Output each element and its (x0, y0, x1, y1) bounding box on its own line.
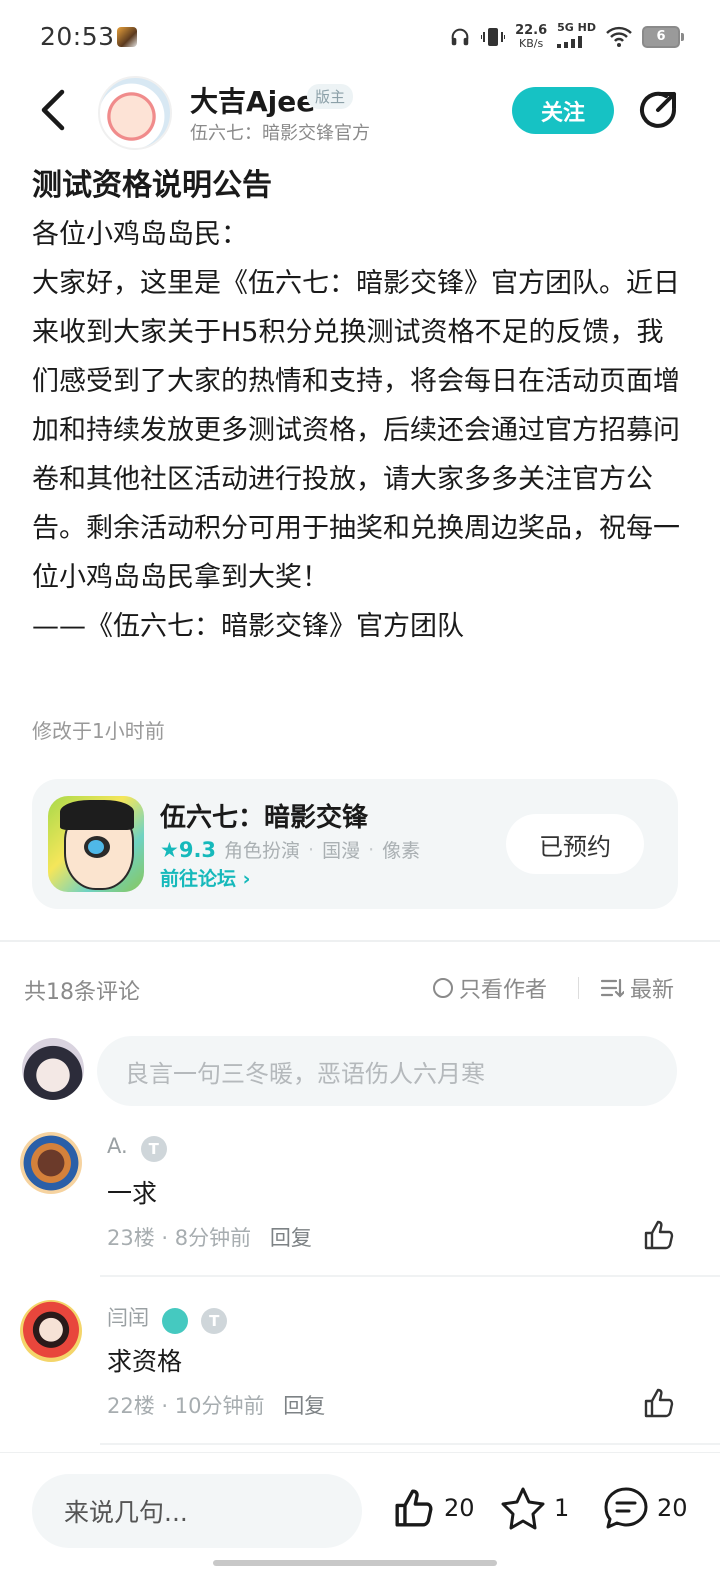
my-avatar (22, 1038, 84, 1100)
article-greeting: 各位小鸡岛岛民： (32, 219, 248, 250)
comment-time: 8分钟前 (174, 1226, 252, 1250)
comments-button[interactable]: 20 (603, 1486, 688, 1530)
comment-floor: 22楼 (107, 1394, 155, 1418)
thumbs-up-icon[interactable] (642, 1218, 676, 1252)
star-icon[interactable] (500, 1486, 546, 1530)
reply-button[interactable]: 回复 (270, 1226, 312, 1250)
comment-text: 一求 (107, 1179, 158, 1208)
headphone-icon (451, 28, 469, 46)
favorite-count: 1 (554, 1494, 570, 1522)
wifi-icon (606, 26, 632, 47)
game-meta: ★9.3 角色扮演 · 国漫 · 像素 (160, 837, 421, 863)
like-count: 20 (444, 1494, 475, 1522)
comment-time: 10分钟前 (174, 1394, 265, 1418)
author-avatar[interactable] (98, 76, 172, 150)
moderator-badge: 版主 (307, 84, 354, 109)
star-icon: ★ (160, 837, 179, 862)
comment-count: 共18条评论 (24, 980, 140, 1005)
chevron-right-icon: › (242, 868, 251, 890)
cellular-signal: 5G HD (557, 22, 596, 52)
author-name[interactable]: 大吉Ajee (190, 80, 315, 120)
home-indicator[interactable] (213, 1560, 497, 1566)
app-notification-icon (117, 27, 137, 47)
game-icon[interactable] (48, 796, 144, 892)
filter-divider (578, 977, 579, 999)
battery-indicator: 6 (642, 26, 684, 48)
commenter-row: A. T (107, 1134, 167, 1162)
commenter-avatar[interactable] (20, 1300, 82, 1362)
only-author-toggle[interactable]: 只看作者 (433, 972, 547, 1004)
game-name[interactable]: 伍六七：暗影交锋 (160, 797, 368, 834)
game-tag: 像素 (382, 840, 421, 862)
commenter-name[interactable]: 闫闰 (107, 1306, 149, 1330)
user-level-badge-icon: T (201, 1307, 228, 1334)
back-arrow-icon[interactable] (34, 84, 74, 136)
article-content: 大家好，这里是《伍六七：暗影交锋》官方团队。近日来收到大家关于H5积分兑换测试资… (32, 268, 680, 593)
section-divider (0, 940, 720, 942)
modified-time: 修改于1小时前 (32, 719, 165, 743)
comment-divider (100, 1275, 720, 1277)
sort-icon (600, 978, 624, 998)
author-subtitle: 伍六七：暗影交锋官方 (190, 123, 370, 144)
article-body: 各位小鸡岛岛民： 大家好，这里是《伍六七：暗影交锋》官方团队。近日来收到大家关于… (32, 210, 682, 651)
article-title: 测试资格说明公告 (32, 168, 272, 203)
like-button[interactable]: 20 (392, 1486, 475, 1530)
game-tag: 角色扮演 (224, 840, 301, 862)
commenter-avatar[interactable] (20, 1132, 82, 1194)
reply-button[interactable]: 回复 (283, 1394, 325, 1418)
comment-floor: 23楼 (107, 1226, 155, 1250)
user-level-badge-icon: T (140, 1135, 167, 1162)
reserved-button[interactable]: 已预约 (506, 814, 644, 874)
sort-latest-button[interactable]: 最新 (600, 972, 674, 1004)
thumbs-up-icon[interactable] (392, 1486, 436, 1530)
thumbs-up-icon[interactable] (642, 1386, 676, 1420)
article-signature: ——《伍六七：暗影交锋》官方团队 (32, 611, 464, 642)
globe-badge-icon (162, 1307, 189, 1334)
comment-input[interactable]: 良言一句三冬暖，恶语伤人六月寒 (97, 1036, 677, 1106)
forum-link[interactable]: 前往论坛 › (160, 864, 250, 891)
comment-meta: 22楼 · 10分钟前 回复 (107, 1394, 326, 1418)
share-icon[interactable] (636, 88, 682, 134)
vibrate-icon (481, 28, 506, 46)
comment-bubble-icon[interactable] (603, 1486, 649, 1530)
game-tag: 国漫 (322, 840, 361, 862)
follow-button[interactable]: 关注 (512, 87, 614, 134)
comment-text: 求资格 (107, 1347, 183, 1376)
radio-circle-icon[interactable] (433, 978, 453, 998)
comment-count-bottom: 20 (657, 1494, 688, 1522)
comment-divider (100, 1443, 720, 1445)
signal-bars-icon (557, 36, 583, 48)
game-rating: ★9.3 (160, 837, 217, 862)
commenter-name[interactable]: A. (107, 1134, 128, 1158)
comment-meta: 23楼 · 8分钟前 回复 (107, 1226, 312, 1250)
commenter-row: 闫闰 T (107, 1302, 228, 1334)
status-indicators: 22.6 KB/s 5G HD 6 (449, 22, 684, 52)
status-time: 20:53 (40, 22, 115, 51)
network-speed: 22.6 KB/s (515, 23, 548, 50)
favorite-button[interactable]: 1 (500, 1486, 569, 1530)
quick-comment-input[interactable]: 来说几句... (32, 1474, 362, 1548)
